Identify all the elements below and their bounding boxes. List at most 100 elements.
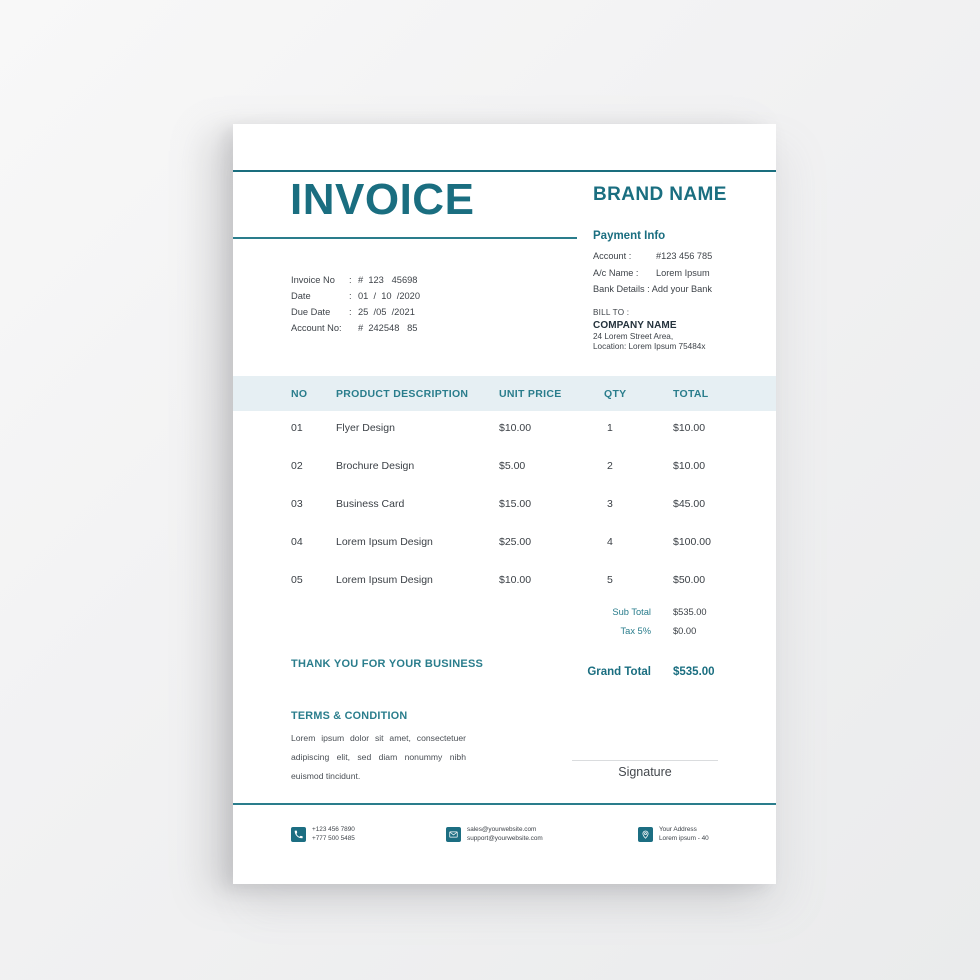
meta-separator: : [349, 275, 352, 285]
cell-no: 05 [291, 574, 303, 586]
grand-total-row: Grand Total $535.00 [573, 666, 753, 685]
signature-line [572, 760, 718, 761]
cell-description: Business Card [336, 498, 405, 510]
cell-no: 03 [291, 498, 303, 510]
meta-separator [349, 320, 358, 336]
terms-title: TERMS & CONDITION [291, 710, 408, 722]
footer-bar: +123 456 7890 +777 500 5485 sales@yourwe… [233, 818, 776, 868]
column-header-unit-price: UNIT PRICE [499, 388, 562, 400]
brand-name: BRAND NAME [593, 184, 727, 205]
footer-phone-line2: +777 500 5485 [312, 834, 355, 842]
footer-divider [233, 803, 776, 805]
footer-email-line2: support@yourwebsite.com [467, 834, 543, 842]
footer-email-line1: sales@yourwebsite.com [467, 826, 537, 833]
totals-block: Sub Total $535.00 Tax 5% $0.00 Grand Tot… [573, 607, 753, 685]
bill-to-company: COMPANY NAME [593, 319, 677, 331]
footer-address-line2: Lorem ipsum - 40 [659, 834, 709, 842]
payment-acname-value: Lorem Ipsum [656, 267, 710, 278]
tax-row: Tax 5% $0.00 [573, 626, 753, 645]
items-table-body: 01 Flyer Design $10.00 1 $10.00 02 Broch… [233, 411, 776, 601]
cell-description: Lorem Ipsum Design [336, 574, 433, 586]
grand-total-value: $535.00 [673, 666, 715, 678]
cell-unit-price: $25.00 [499, 536, 532, 548]
table-row: 05 Lorem Ipsum Design $10.00 5 $50.00 [233, 563, 776, 601]
meta-label: Date [291, 291, 311, 301]
payment-info-block: Account : #123 456 785 A/c Name : Lorem … [593, 248, 768, 298]
column-header-no: NO [291, 388, 308, 400]
table-row: 03 Business Card $15.00 3 $45.00 [233, 487, 776, 525]
bill-to-block: BILL TO : COMPANY NAME 24 Lorem Street A… [593, 308, 778, 353]
invoice-document: INVOICE BRAND NAME Payment Info Account … [233, 124, 776, 884]
table-row: 04 Lorem Ipsum Design $25.00 4 $100.00 [233, 525, 776, 563]
thank-you-message: THANK YOU FOR YOUR BUSINESS [291, 658, 484, 670]
signature-label: Signature [618, 765, 672, 779]
meta-row: Invoice No : # 123 45698 [291, 272, 420, 288]
cell-unit-price: $10.00 [499, 574, 532, 586]
payment-info-heading: Payment Info [593, 230, 666, 242]
payment-acname-label: A/c Name : [593, 267, 639, 278]
footer-address-line1: Your Address [659, 826, 697, 833]
payment-account-label: Account : [593, 251, 632, 261]
meta-label: Invoice No [291, 275, 335, 285]
column-header-description: PRODUCT DESCRIPTION [336, 388, 469, 400]
tax-value: $0.00 [673, 626, 697, 636]
meta-row: Account No: # 242548 85 [291, 320, 420, 336]
sub-total-value: $535.00 [673, 607, 707, 617]
cell-unit-price: $15.00 [499, 498, 532, 510]
sub-total-row: Sub Total $535.00 [573, 607, 753, 626]
cell-total: $10.00 [673, 422, 706, 434]
items-table-header: NO PRODUCT DESCRIPTION UNIT PRICE QTY TO… [233, 376, 776, 411]
cell-total: $10.00 [673, 460, 706, 472]
bill-to-address-line1: 24 Lorem Street Area, [593, 331, 674, 341]
page-title: INVOICE [290, 175, 475, 224]
payment-bank-details: Bank Details : Add your Bank [593, 284, 712, 294]
meta-value: 25 /05 /2021 [358, 307, 415, 317]
cell-qty: 1 [607, 422, 613, 434]
location-pin-icon [638, 827, 653, 843]
cell-unit-price: $10.00 [499, 422, 532, 434]
payment-account-value: #123 456 785 [656, 251, 713, 261]
meta-row: Due Date : 25 /05 /2021 [291, 304, 420, 320]
cell-qty: 3 [607, 498, 613, 510]
cell-unit-price: $5.00 [499, 460, 526, 472]
footer-email-item[interactable]: sales@yourwebsite.com support@yourwebsit… [446, 826, 543, 843]
meta-value: 01 / 10 /2020 [358, 291, 421, 301]
invoice-meta-block: Invoice No : # 123 45698 Date : 01 / 10 … [291, 272, 420, 336]
cell-no: 01 [291, 422, 303, 434]
title-underline [233, 237, 577, 239]
sub-total-label: Sub Total [612, 607, 651, 617]
cell-qty: 5 [607, 574, 613, 586]
cell-no: 02 [291, 460, 303, 472]
cell-description: Flyer Design [336, 422, 395, 434]
header-divider [233, 170, 776, 172]
cell-no: 04 [291, 536, 303, 548]
meta-row: Date : 01 / 10 /2020 [291, 288, 420, 304]
cell-description: Brochure Design [336, 460, 415, 472]
cell-qty: 2 [607, 460, 613, 472]
payment-account-row: Account : #123 456 785 [593, 248, 768, 265]
table-row: 01 Flyer Design $10.00 1 $10.00 [233, 411, 776, 449]
terms-body: Lorem ipsum dolor sit amet, consectetuer… [291, 733, 466, 781]
column-header-qty: QTY [604, 388, 627, 400]
meta-value: # 242548 85 [358, 323, 418, 333]
footer-phone-item[interactable]: +123 456 7890 +777 500 5485 [291, 826, 355, 843]
table-row: 02 Brochure Design $5.00 2 $10.00 [233, 449, 776, 487]
meta-label: Account No: [291, 323, 342, 333]
cell-description: Lorem Ipsum Design [336, 536, 433, 548]
footer-email-text: sales@yourwebsite.com support@yourwebsit… [467, 826, 543, 843]
cell-qty: 4 [607, 536, 613, 548]
envelope-icon [446, 827, 461, 843]
tax-label: Tax 5% [620, 626, 652, 636]
bill-to-label: BILL TO : [593, 308, 630, 317]
cell-total: $45.00 [673, 498, 706, 510]
cell-total: $50.00 [673, 574, 706, 586]
payment-acname-row: A/c Name : Lorem Ipsum [593, 265, 768, 282]
meta-label: Due Date [291, 307, 331, 317]
grand-total-label: Grand Total [587, 666, 651, 678]
footer-phone-line1: +123 456 7890 [312, 826, 355, 833]
footer-address-item[interactable]: Your Address Lorem ipsum - 40 [638, 826, 709, 843]
meta-separator: : [349, 307, 352, 317]
footer-phone-text: +123 456 7890 +777 500 5485 [312, 826, 355, 843]
phone-icon [291, 827, 306, 843]
meta-separator: : [349, 291, 352, 301]
